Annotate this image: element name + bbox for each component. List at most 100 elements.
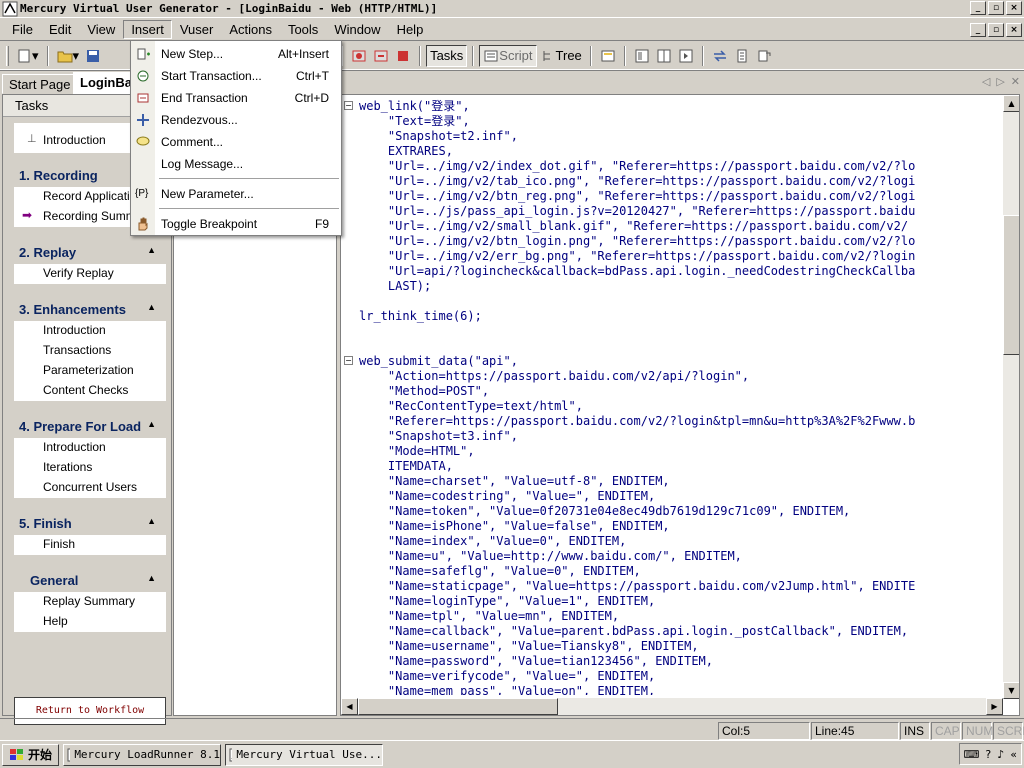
open-button[interactable]: ▾: [54, 45, 83, 67]
mdi-close-button[interactable]: ×: [1006, 23, 1022, 37]
task-load-introduction[interactable]: Introduction: [14, 438, 166, 458]
collapse-icon[interactable]: ▲: [147, 516, 156, 526]
code-line[interactable]: "Url=../img/v2/btn_login.png", "Referer=…: [359, 234, 1001, 249]
scroll-up-icon[interactable]: ▲: [1003, 95, 1019, 112]
scroll-left-icon[interactable]: ◀: [341, 698, 358, 715]
task-replay-summary[interactable]: Replay Summary: [14, 592, 166, 612]
task-group-header[interactable]: 3. Enhancements ▲: [14, 298, 166, 321]
new-script-button[interactable]: ▾: [13, 45, 42, 67]
menuitem-start-transaction[interactable]: Start Transaction... Ctrl+T: [131, 65, 341, 87]
menu-vuser[interactable]: Vuser: [172, 20, 221, 39]
task-transactions[interactable]: Transactions: [14, 341, 166, 361]
debug-button[interactable]: [392, 45, 414, 67]
tasks-toggle[interactable]: Tasks: [426, 44, 468, 67]
code-line[interactable]: "Name=index", "Value=0", ENDITEM,: [359, 534, 1001, 549]
task-group-header[interactable]: 5. Finish ▲: [14, 512, 166, 535]
code-line[interactable]: "Url=api/?logincheck&callback=bdPass.api…: [359, 264, 1001, 279]
code-line[interactable]: "Name=username", "Value=Tiansky8", ENDIT…: [359, 639, 1001, 654]
mdi-restore-button[interactable]: ▫: [988, 23, 1004, 37]
menu-view[interactable]: View: [79, 20, 123, 39]
code-line[interactable]: "Action=https://passport.baidu.com/v2/ap…: [359, 369, 1001, 384]
menu-edit[interactable]: Edit: [41, 20, 79, 39]
snapshot-button[interactable]: [597, 45, 619, 67]
code-line[interactable]: [359, 339, 1001, 354]
code-line[interactable]: "Name=codestring", "Value=", ENDITEM,: [359, 489, 1001, 504]
task-group-header[interactable]: General ▲: [14, 569, 166, 592]
menuitem-toggle-breakpoint[interactable]: Toggle Breakpoint F9: [131, 213, 341, 235]
volume-icon[interactable]: ♪: [997, 748, 1004, 761]
code-line[interactable]: ITEMDATA,: [359, 459, 1001, 474]
scroll-right-icon[interactable]: ▶: [986, 698, 1003, 715]
tab-start-page[interactable]: Start Page: [2, 74, 78, 94]
toolbar-grip[interactable]: [6, 45, 9, 66]
menuitem-new-step[interactable]: New Step... Alt+Insert: [131, 43, 341, 65]
record-button[interactable]: [348, 45, 370, 67]
code-line[interactable]: "Name=charset", "Value=utf-8", ENDITEM,: [359, 474, 1001, 489]
code-line[interactable]: "Referer=https://passport.baidu.com/v2/?…: [359, 414, 1001, 429]
compile-button[interactable]: [370, 45, 392, 67]
code-line[interactable]: "Url=../js/pass_api_login.js?v=20120427"…: [359, 204, 1001, 219]
code-line[interactable]: "Name=isPhone", "Value=false", ENDITEM,: [359, 519, 1001, 534]
code-line[interactable]: web_link("登录",: [359, 99, 1001, 114]
menu-actions[interactable]: Actions: [221, 20, 280, 39]
menuitem-new-parameter[interactable]: {P} New Parameter...: [131, 183, 341, 205]
menuitem-comment[interactable]: Comment...: [131, 131, 341, 153]
code-line[interactable]: "Name=tpl", "Value=mn", ENDITEM,: [359, 609, 1001, 624]
task-help[interactable]: Help: [14, 612, 166, 632]
task-content-checks[interactable]: Content Checks: [14, 381, 166, 401]
tab-scroll-right-icon[interactable]: ▷: [996, 75, 1004, 88]
horizontal-scrollbar[interactable]: ◀ ▶: [341, 698, 1003, 715]
log-button[interactable]: [731, 45, 753, 67]
code-line[interactable]: "Name=safeflg", "Value=0", ENDITEM,: [359, 564, 1001, 579]
code-line[interactable]: "Name=callback", "Value=parent.bdPass.ap…: [359, 624, 1001, 639]
maximize-button[interactable]: ▫: [988, 1, 1004, 15]
script-editor[interactable]: − − web_link("登录", "Text=登录", "Snapshot=…: [340, 94, 1020, 716]
help-icon[interactable]: ?: [985, 748, 991, 761]
menu-window[interactable]: Window: [326, 20, 388, 39]
task-group-header[interactable]: 4. Prepare For Load ▲: [14, 415, 166, 438]
layout-button-1[interactable]: [631, 45, 653, 67]
code-line[interactable]: EXTRARES,: [359, 144, 1001, 159]
minimize-button[interactable]: _: [970, 1, 986, 15]
tab-close-icon[interactable]: ✕: [1011, 75, 1020, 88]
vertical-scroll-thumb[interactable]: [1003, 215, 1019, 355]
task-iterations[interactable]: Iterations: [14, 458, 166, 478]
layout-button-2[interactable]: [653, 45, 675, 67]
code-line[interactable]: "RecContentType=text/html",: [359, 399, 1001, 414]
menu-help[interactable]: Help: [389, 20, 432, 39]
fold-toggle-icon[interactable]: −: [344, 356, 353, 365]
task-enh-introduction[interactable]: Introduction: [14, 321, 166, 341]
code-line[interactable]: web_submit_data("api",: [359, 354, 1001, 369]
fold-toggle-icon[interactable]: −: [344, 101, 353, 110]
code-line[interactable]: "Url=../img/v2/err_bg.png", "Referer=htt…: [359, 249, 1001, 264]
mdi-minimize-button[interactable]: _: [970, 23, 986, 37]
code-line[interactable]: "Name=password", "Value=tian123456", END…: [359, 654, 1001, 669]
code-line[interactable]: [359, 294, 1001, 309]
keyboard-icon[interactable]: ⌨: [964, 748, 980, 761]
task-concurrent-users[interactable]: Concurrent Users: [14, 478, 166, 498]
tab-loginbaidu[interactable]: LoginBaidu: [73, 72, 135, 94]
tray-expand-icon[interactable]: «: [1010, 748, 1017, 761]
menuitem-end-transaction[interactable]: End Transaction Ctrl+D: [131, 87, 341, 109]
scroll-down-icon[interactable]: ▼: [1003, 682, 1019, 699]
code-line[interactable]: "Snapshot=t2.inf",: [359, 129, 1001, 144]
tree-view-button[interactable]: Tree: [537, 45, 585, 67]
task-parameterization[interactable]: Parameterization: [14, 361, 166, 381]
code-line[interactable]: "Name=mem_pass", "Value=on", ENDITEM,: [359, 684, 1001, 695]
code-line[interactable]: "Mode=HTML",: [359, 444, 1001, 459]
vertical-scrollbar[interactable]: ▲ ▼: [1002, 95, 1019, 699]
start-button[interactable]: 开始: [2, 743, 60, 766]
code-line[interactable]: "Url=../img/v2/tab_ico.png", "Referer=ht…: [359, 174, 1001, 189]
code-line[interactable]: "Url=../img/v2/small_blank.gif", "Refere…: [359, 219, 1001, 234]
tab-scroll-left-icon[interactable]: ◁: [982, 75, 990, 88]
code-line[interactable]: "Name=u", "Value=http://www.baidu.com/",…: [359, 549, 1001, 564]
script-view-button[interactable]: Script: [479, 44, 537, 67]
task-finish[interactable]: Finish: [14, 535, 166, 555]
settings-button[interactable]: [753, 45, 775, 67]
menuitem-log-message[interactable]: Log Message...: [131, 153, 341, 175]
code-line[interactable]: [359, 324, 1001, 339]
code-line[interactable]: "Text=登录",: [359, 114, 1001, 129]
code-line[interactable]: "Name=token", "Value=0f20731e04e8ec49db7…: [359, 504, 1001, 519]
menu-tools[interactable]: Tools: [280, 20, 326, 39]
save-button[interactable]: [82, 45, 104, 67]
